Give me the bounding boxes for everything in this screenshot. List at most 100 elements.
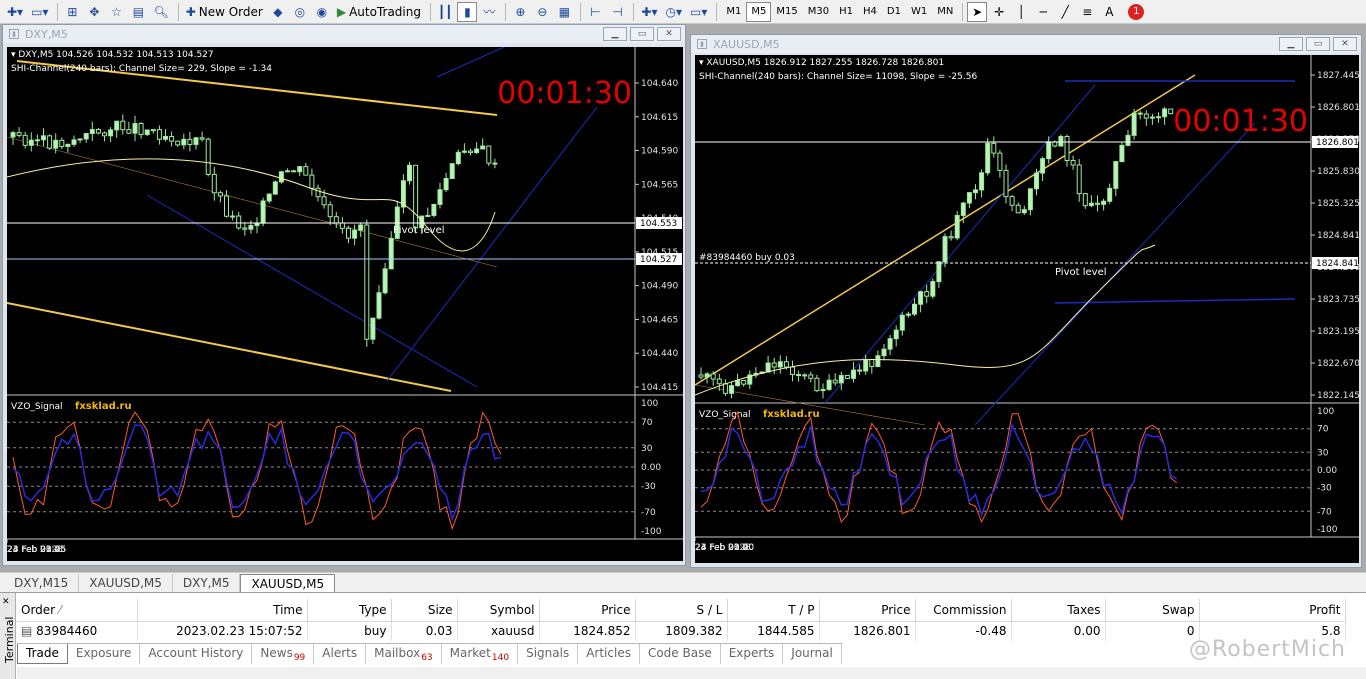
timeframe-mn[interactable]: MN (932, 2, 958, 22)
terminal-tab-trade[interactable]: Trade (17, 644, 68, 664)
signals-icon[interactable]: ◎ (290, 2, 310, 22)
terminal-tab-news[interactable]: News99 (252, 644, 315, 664)
terminal-tab-journal[interactable]: Journal (783, 644, 842, 664)
column-header-taxes[interactable]: Taxes (1011, 599, 1106, 622)
column-header-type[interactable]: Type (307, 599, 392, 622)
autotrading-button[interactable]: ▶ AutoTrading (334, 2, 424, 22)
column-header-order[interactable]: Order ⁄ (17, 599, 138, 622)
chart-canvas-dxy[interactable]: 104.640104.615104.590104.565104.540104.5… (7, 47, 683, 561)
window-titlebar[interactable]: ▮ XAUUSD,M5 ▁ ▭ ✕ (691, 35, 1361, 53)
column-header-symbol[interactable]: Symbol (457, 599, 540, 622)
text-tool-icon[interactable]: A (1099, 2, 1119, 22)
candle-body (150, 129, 156, 132)
timeframe-h1[interactable]: H1 (834, 2, 858, 22)
column-header-commission[interactable]: Commission (915, 599, 1012, 622)
timeframe-m30[interactable]: M30 (803, 2, 834, 22)
chart-canvas-xauusd[interactable]: 1827.4451826.8011826.3701825.8301825.325… (695, 55, 1359, 563)
price-tick-label: 1825.325 (1317, 199, 1359, 209)
terminal-icon[interactable]: ▤ (128, 2, 148, 22)
chart-tab[interactable]: XAUUSD,M5 (79, 574, 173, 592)
column-header-tp[interactable]: T / P (727, 599, 820, 622)
minimize-button[interactable]: ▁ (1279, 37, 1303, 51)
candle-body (297, 166, 303, 173)
chart-window-xauusd[interactable]: ▮ XAUUSD,M5 ▁ ▭ ✕ 1827.4451826.8011826.3… (690, 34, 1362, 568)
periods-icon[interactable]: ◷▾ (663, 2, 686, 22)
price-tick-label: 1822.145 (1317, 391, 1359, 401)
chart-shift-icon[interactable]: ⊢ (585, 2, 605, 22)
terminal-tab-mailbox[interactable]: Mailbox63 (366, 644, 442, 664)
close-button[interactable]: ✕ (1333, 37, 1357, 51)
line-chart-icon[interactable]: 〰 (479, 2, 499, 22)
toolbar-divider (429, 2, 431, 21)
notification-icon[interactable]: 1 (1125, 2, 1147, 22)
vertical-line-icon[interactable]: │ (1011, 2, 1031, 22)
chart-tab-active[interactable]: XAUUSD,M5 (240, 574, 336, 592)
column-header-swap[interactable]: Swap (1105, 599, 1200, 622)
timeframe-d1[interactable]: D1 (882, 2, 906, 22)
terminal-tab-signals[interactable]: Signals (518, 644, 579, 664)
terminal-tab-account-history[interactable]: Account History (140, 644, 253, 664)
timeframe-m15[interactable]: M15 (771, 2, 802, 22)
zoom-out-icon[interactable]: ⊖ (532, 2, 552, 22)
terminal-tab-market[interactable]: Market140 (442, 644, 519, 664)
zoom-in-icon[interactable]: ⊕ (510, 2, 530, 22)
column-header-sl[interactable]: S / L (635, 599, 728, 622)
timeframe-m1[interactable]: M1 (721, 2, 746, 22)
terminal-tab-label: Journal (791, 646, 833, 660)
strategy-tester-icon[interactable]: 🔍︎ (150, 2, 171, 22)
timeframe-m5[interactable]: M5 (746, 1, 772, 22)
timeframe-w1[interactable]: W1 (906, 2, 932, 22)
market-watch-icon[interactable]: ⊞ (62, 2, 82, 22)
candle-body (1040, 158, 1046, 174)
data-window-icon[interactable]: ✥ (84, 2, 104, 22)
toolbar-divider (633, 2, 635, 21)
candle-body (735, 379, 741, 387)
market-icon[interactable]: ◉ (312, 2, 332, 22)
column-header-profit[interactable]: Profit (1199, 599, 1346, 622)
indicators-icon[interactable]: ✚▾ (638, 2, 660, 22)
window-titlebar[interactable]: ▮ DXY,M5 ▁ ▭ ✕ (3, 25, 685, 43)
timeframe-h4[interactable]: H4 (858, 2, 882, 22)
column-header-current-price[interactable]: Price (819, 599, 916, 622)
type-cell: buy (307, 621, 392, 641)
candlestick-icon[interactable]: ▮ (457, 1, 478, 22)
candle-body (358, 224, 364, 231)
close-button[interactable]: ✕ (657, 27, 681, 41)
maximize-button[interactable]: ▭ (630, 27, 654, 41)
new-chart-icon[interactable]: ✚▾ (4, 2, 26, 22)
column-header-size[interactable]: Size (391, 599, 458, 622)
chart-area-dxy[interactable]: 104.640104.615104.590104.565104.540104.5… (7, 47, 683, 561)
navigator-icon[interactable]: ☆ (106, 2, 126, 22)
candle-body (875, 355, 881, 368)
new-order-button[interactable]: ✚ New Order (183, 2, 266, 22)
terminal-tab-experts[interactable]: Experts (721, 644, 784, 664)
horizontal-line-icon[interactable]: ─ (1033, 2, 1053, 22)
templates-icon[interactable]: ▭▾ (687, 2, 710, 22)
crosshair-icon[interactable]: ✛ (989, 2, 1009, 22)
autoscroll-icon[interactable]: ⊣ (607, 2, 627, 22)
terminal-tab-exposure[interactable]: Exposure (68, 644, 141, 664)
column-header-time[interactable]: Time (137, 599, 308, 622)
profiles-icon[interactable]: ▭▾ (28, 2, 51, 22)
bar-chart-icon[interactable]: ┃┃ (435, 2, 455, 22)
close-icon[interactable]: ✕ (2, 597, 10, 607)
candle-body (181, 138, 187, 146)
fibonacci-icon[interactable]: ≡ (1077, 2, 1097, 22)
chart-area-xauusd[interactable]: 1827.4451826.8011826.3701825.8301825.325… (695, 55, 1359, 563)
chart-tab[interactable]: DXY,M15 (4, 574, 80, 592)
candle-body (1168, 108, 1174, 115)
cursor-icon[interactable]: ➤ (967, 1, 988, 22)
terminal-tab-code-base[interactable]: Code Base (640, 644, 721, 664)
trendline-icon[interactable]: ╱ (1055, 2, 1075, 22)
tile-windows-icon[interactable]: ▦ (554, 2, 574, 22)
chart-tab[interactable]: DXY,M5 (173, 574, 241, 592)
table-row[interactable]: ▤ 83984460 2023.02.23 15:07:52 buy 0.03 … (17, 621, 1346, 641)
minimize-button[interactable]: ▁ (603, 27, 627, 41)
terminal-tab-articles[interactable]: Articles (578, 644, 640, 664)
terminal-tab-alerts[interactable]: Alerts (314, 644, 367, 664)
maximize-button[interactable]: ▭ (1306, 37, 1330, 51)
column-header-price[interactable]: Price (539, 599, 636, 622)
metaeditor-icon[interactable]: ◆ (268, 2, 288, 22)
terminal-tab-label: Account History (148, 646, 244, 660)
chart-window-dxy[interactable]: ▮ DXY,M5 ▁ ▭ ✕ 104.640 104.615 104.590 104.… (2, 24, 686, 566)
